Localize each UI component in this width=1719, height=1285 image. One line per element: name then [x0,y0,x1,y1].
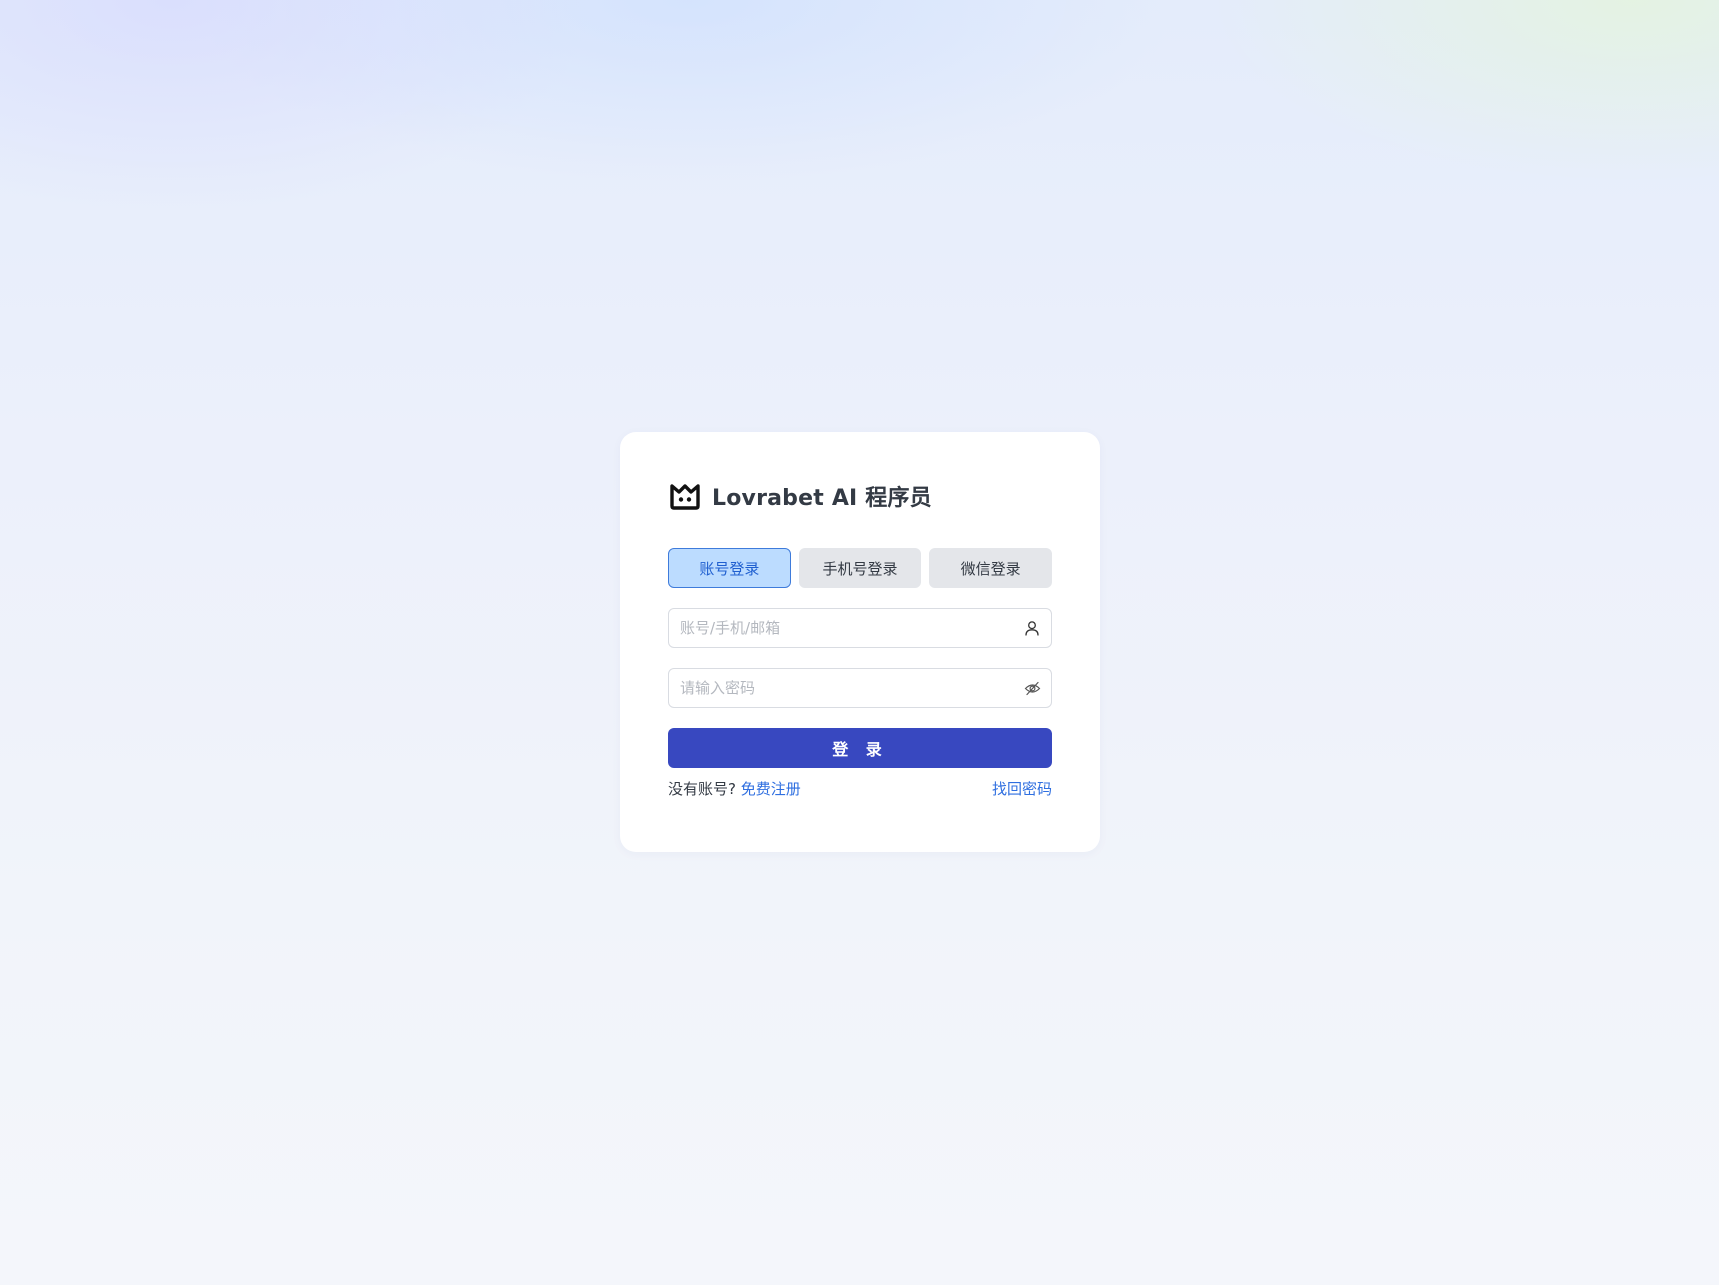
account-input[interactable] [680,619,1023,637]
login-footer: 没有账号? 免费注册 找回密码 [668,778,1052,799]
tab-wechat-login[interactable]: 微信登录 [929,548,1053,588]
eye-off-icon[interactable] [1023,679,1041,697]
login-card: Lovrabet AI 程序员 账号登录 手机号登录 微信登录 登 录 没有账号… [620,432,1100,852]
account-field [668,608,1052,648]
forgot-password-link[interactable]: 找回密码 [992,778,1052,799]
register-prompt: 没有账号? 免费注册 [668,778,801,799]
user-icon [1023,619,1041,637]
password-input[interactable] [680,679,1023,697]
brand-header: Lovrabet AI 程序员 [668,480,1052,512]
tab-phone-login[interactable]: 手机号登录 [798,548,922,588]
login-button[interactable]: 登 录 [668,728,1052,768]
no-account-text: 没有账号? [668,780,736,798]
tab-account-login[interactable]: 账号登录 [668,548,791,588]
brand-title: Lovrabet AI 程序员 [712,486,932,511]
register-link[interactable]: 免费注册 [741,780,801,798]
login-method-tabs: 账号登录 手机号登录 微信登录 [668,548,1053,588]
password-field [668,668,1052,708]
robot-logo-icon [668,482,702,510]
